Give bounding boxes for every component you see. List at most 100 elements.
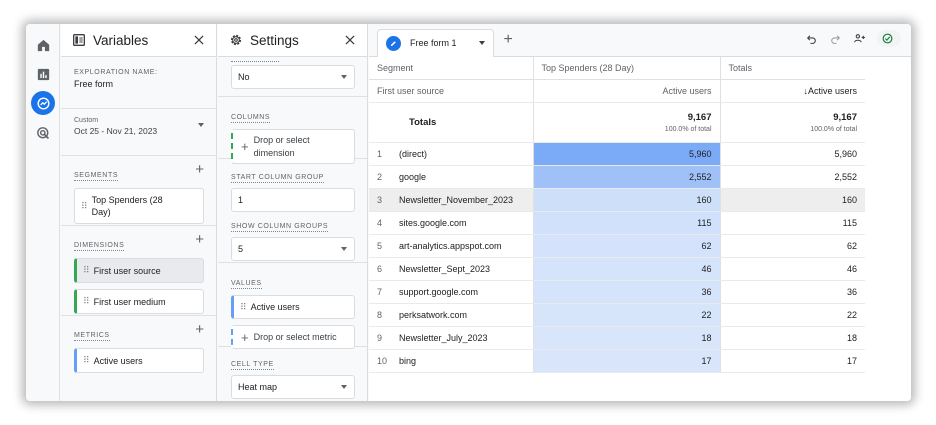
table-row[interactable]: 1 (direct) 5,960 5,960 [369, 142, 865, 166]
cell-type-select[interactable]: Heat map [231, 375, 355, 399]
heatmap-cell: 160 [532, 188, 720, 212]
row-dimension-cell: 7 support.google.com [369, 280, 533, 304]
show-column-groups-select[interactable]: 5 [231, 237, 355, 261]
plus-icon: + [241, 139, 249, 154]
row-index: 4 [377, 217, 383, 228]
add-metric-button[interactable]: + [195, 322, 204, 337]
add-dimension-button[interactable]: + [195, 232, 204, 247]
metric-header[interactable]: Active users [532, 79, 720, 103]
table-row[interactable]: 3 Newsletter_November_2023 160 160 [369, 188, 865, 212]
top-row-select[interactable]: No [231, 65, 355, 89]
metric-header-sorted[interactable]: ↓Active users [719, 79, 865, 103]
tab-free-form-1[interactable]: Free form 1 [377, 28, 494, 57]
table-row[interactable]: 7 support.google.com 36 36 [369, 280, 865, 304]
date-range-picker[interactable]: Custom Oct 25 - Nov 21, 2023 [74, 117, 204, 136]
table-row[interactable]: 9 Newsletter_July_2023 18 18 [369, 326, 865, 350]
columns-section: COLUMNS + Drop or select dimension [218, 97, 367, 164]
row-source: Newsletter_November_2023 [399, 194, 514, 205]
heatmap-cell: 17 [532, 349, 720, 373]
dimensions-section: DIMENSIONS + ⠿ First user source ⠿ First… [61, 226, 216, 316]
drag-handle-icon[interactable]: ⠿ [83, 296, 90, 307]
heatmap-cell: 46 [532, 257, 720, 281]
dimension-chip[interactable]: ⠿ First user source [74, 258, 204, 283]
table-row[interactable]: 2 google 2,552 2,552 [369, 165, 865, 189]
show-column-groups-section: SHOW COLUMN GROUPS 5 [218, 209, 367, 263]
values-placeholder: Drop or select metric [253, 332, 337, 342]
advertising-icon[interactable] [31, 121, 55, 145]
undo-icon[interactable] [805, 32, 818, 45]
row-total-cell: 36 [719, 280, 865, 304]
dimension-header[interactable]: First user source [369, 79, 533, 103]
app-window: Variables EXPLORATION NAME: Free form Cu… [26, 24, 911, 401]
drag-handle-icon[interactable]: ⠿ [81, 201, 88, 212]
cell-type-label: CELL TYPE [231, 361, 274, 370]
metric-chip[interactable]: ⠿ Active users [74, 348, 204, 373]
segments-section: SEGMENTS + ⠿ Top Spenders (28 Day) [61, 156, 216, 226]
cell-type-section: CELL TYPE Heat map [218, 347, 367, 399]
values-label: VALUES [231, 280, 262, 289]
columns-drop-zone[interactable]: + Drop or select dimension [231, 129, 355, 164]
heatmap-cell: 22 [532, 303, 720, 327]
table-row[interactable]: 4 sites.google.com 115 115 [369, 211, 865, 235]
table-row[interactable]: 10 bing 17 17 [369, 349, 865, 373]
close-icon[interactable] [343, 33, 357, 47]
table-row[interactable]: 6 Newsletter_Sept_2023 46 46 [369, 257, 865, 281]
row-total-cell: 5,960 [719, 142, 865, 166]
chevron-down-icon [341, 247, 347, 251]
totals-segment-pct: 100.0% of total [664, 125, 712, 133]
totals-label: Totals [369, 102, 533, 143]
date-range-section: Custom Oct 25 - Nov 21, 2023 [61, 109, 216, 156]
segment-chip[interactable]: ⠿ Top Spenders (28 Day) [74, 188, 204, 224]
start-column-group-section: START COLUMN GROUP 1 [218, 159, 367, 212]
segment-chip-label: Top Spenders (28 Day) [91, 194, 163, 217]
totals-total-pct: 100.0% of total [810, 125, 857, 133]
row-dimension-cell: 2 google [369, 165, 533, 189]
gear-icon [230, 34, 242, 46]
row-total-cell: 160 [719, 188, 865, 212]
row-source: bing [399, 355, 417, 366]
table-row[interactable]: 5 art-analytics.appspot.com 62 62 [369, 234, 865, 258]
dimension-chip[interactable]: ⠿ First user medium [74, 289, 204, 314]
show-column-groups-value: 5 [238, 244, 244, 254]
redo-icon[interactable] [829, 32, 842, 45]
row-total-cell: 115 [719, 211, 865, 235]
home-icon[interactable] [31, 33, 55, 57]
drag-handle-icon[interactable]: ⠿ [240, 302, 247, 313]
add-segment-button[interactable]: + [195, 162, 204, 177]
row-index: 9 [377, 332, 383, 343]
row-dimension-cell: 5 art-analytics.appspot.com [369, 234, 533, 258]
drag-handle-icon[interactable]: ⠿ [83, 265, 90, 276]
row-source: perksatwork.com [399, 309, 468, 320]
metrics-section: METRICS + ⠿ Active users [61, 316, 216, 373]
tab-label: Free form 1 [410, 38, 457, 48]
exploration-name-input[interactable]: Free form [74, 79, 204, 89]
totals-column-header: Totals [719, 57, 865, 80]
row-total-cell: 22 [719, 303, 865, 327]
cell-type-value: Heat map [238, 382, 278, 392]
value-chip[interactable]: ⠿ Active users [231, 295, 355, 319]
date-range-value: Oct 25 - Nov 21, 2023 [74, 126, 158, 136]
explore-icon[interactable] [31, 91, 55, 115]
chevron-down-icon [341, 385, 347, 389]
row-source: sites.google.com [399, 217, 467, 228]
table-row[interactable]: 8 perksatwork.com 22 22 [369, 303, 865, 327]
values-drop-zone[interactable]: + Drop or select metric [231, 325, 355, 349]
reports-icon[interactable] [31, 62, 55, 86]
row-dimension-cell: 1 (direct) [369, 142, 533, 166]
close-icon[interactable] [192, 33, 206, 47]
segments-label: SEGMENTS [74, 172, 119, 181]
row-dimension-cell: 3 Newsletter_November_2023 [369, 188, 533, 212]
chevron-down-icon [198, 123, 204, 127]
edit-icon[interactable] [386, 35, 401, 51]
row-index: 10 [377, 355, 388, 366]
variables-icon [73, 34, 85, 46]
exploration-name-section: EXPLORATION NAME: Free form [61, 57, 216, 109]
drag-handle-icon[interactable]: ⠿ [83, 355, 90, 366]
save-status-button[interactable] [877, 30, 901, 47]
chevron-down-icon[interactable] [478, 41, 485, 45]
share-people-icon[interactable] [853, 32, 866, 45]
segment-column-header[interactable]: Top Spenders (28 Day) [532, 57, 720, 80]
row-total-cell: 2,552 [719, 165, 865, 189]
top-row-value: No [238, 72, 250, 82]
add-tab-button[interactable]: + [504, 31, 513, 49]
